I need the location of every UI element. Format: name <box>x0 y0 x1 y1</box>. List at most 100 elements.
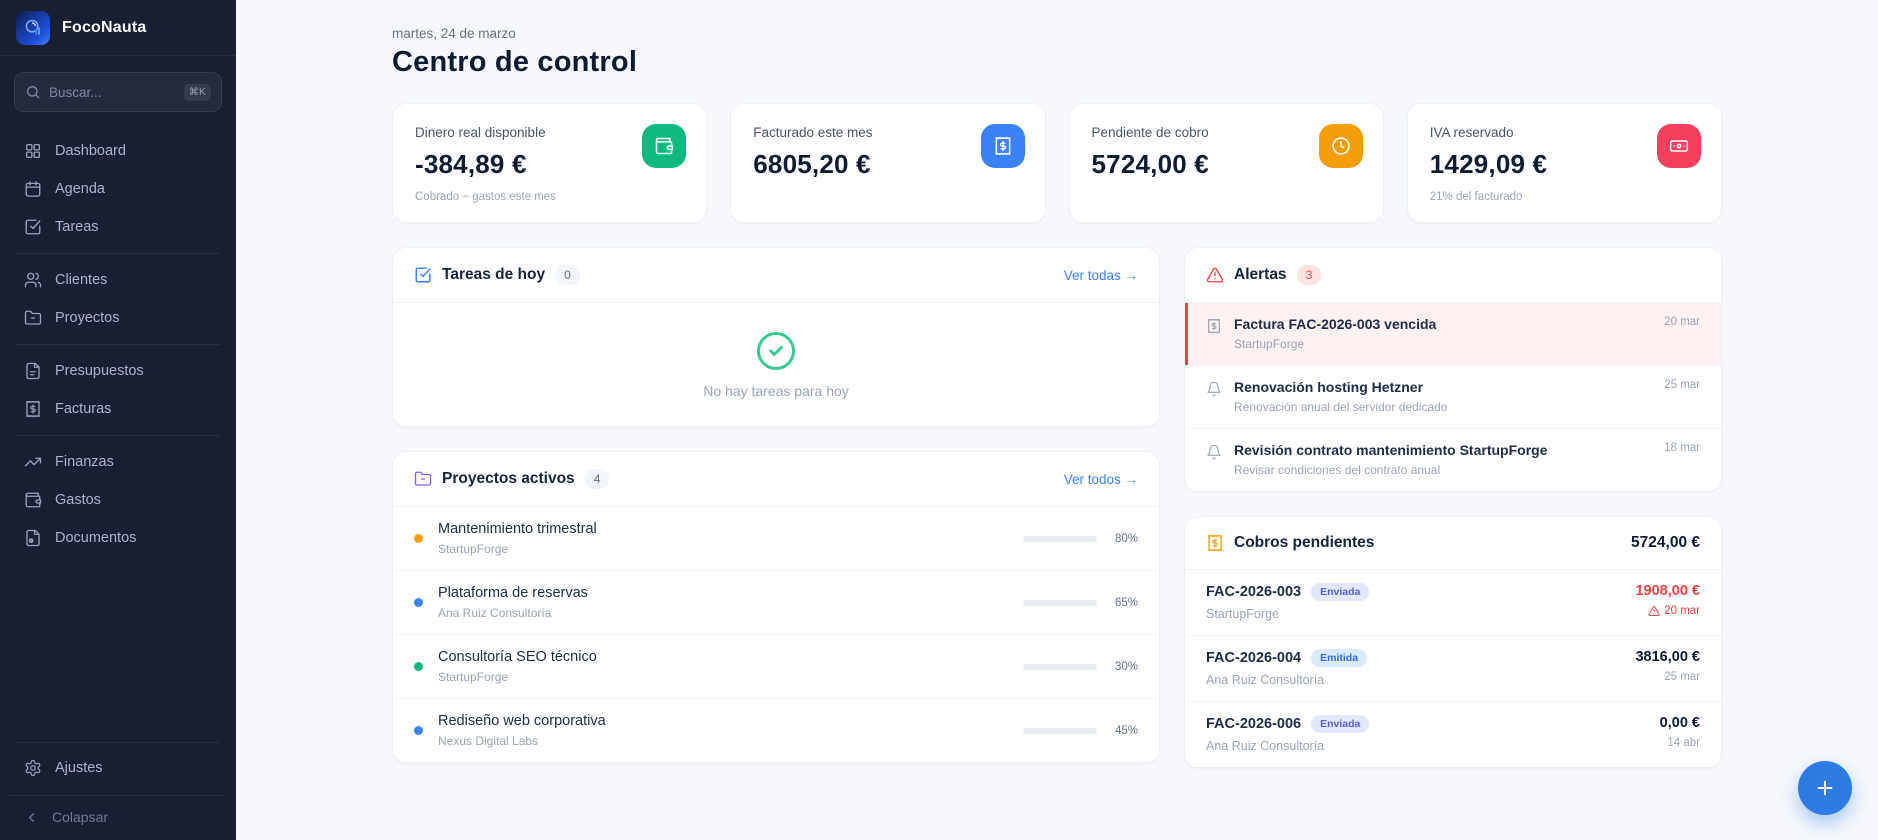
sidebar-item-3[interactable]: Clientes <box>10 261 226 299</box>
app-logo-icon <box>16 10 50 45</box>
invoice-status-badge: Enviada <box>1311 583 1370 601</box>
projects-view-all-link[interactable]: Ver todos → <box>1064 472 1138 487</box>
receipt-icon <box>1206 318 1222 351</box>
project-progress-label: 80% <box>1114 532 1138 545</box>
invoice-row-1[interactable]: FAC-2026-004 Emitida Ana Ruiz Consultorí… <box>1185 635 1721 701</box>
receivables-total: 5724,00 € <box>1631 534 1700 551</box>
invoice-amount: 0,00 € <box>1659 715 1700 731</box>
invoice-row-0[interactable]: FAC-2026-003 Enviada StartupForge 1908,0… <box>1185 570 1721 635</box>
sidebar-item-1[interactable]: Agenda <box>10 170 226 208</box>
folder-icon <box>414 470 432 488</box>
sidebar-item-2[interactable]: Tareas <box>10 208 226 246</box>
stat-subtext: 21% del facturado <box>1429 191 1523 203</box>
sidebar-item-0[interactable]: Dashboard <box>10 132 226 170</box>
sidebar-item-label: Gastos <box>55 492 101 508</box>
sidebar-item-7[interactable]: Finanzas <box>10 443 226 481</box>
invoice-client: Ana Ruiz Consultoría <box>1206 739 1325 753</box>
plus-icon <box>1814 777 1836 799</box>
alerts-list: Factura FAC-2026-003 vencida StartupForg… <box>1185 303 1721 491</box>
stat-card-0: Dinero real disponible -384,89 € Cobrado… <box>392 103 708 223</box>
invoice-due-text: 14 abr <box>1667 737 1700 749</box>
alert-row-2[interactable]: Revisión contrato mantenimiento StartupF… <box>1185 428 1721 491</box>
search-input[interactable] <box>49 84 184 100</box>
wallet-icon <box>642 124 687 168</box>
invoice-status-badge: Emitida <box>1311 649 1368 667</box>
receipt-icon <box>980 124 1025 168</box>
receipt-icon <box>24 400 42 418</box>
stats-row: Dinero real disponible -384,89 € Cobrado… <box>392 103 1722 223</box>
tasks-count-badge: 0 <box>555 265 580 285</box>
project-progress-bar <box>1023 663 1097 670</box>
stat-subtext: Cobrado − gastos este mes <box>415 191 556 203</box>
project-name: Consultoría SEO técnico <box>438 649 597 665</box>
sidebar-item-8[interactable]: Gastos <box>10 481 226 519</box>
banknote-icon <box>1657 124 1701 168</box>
sidebar-item-label: Documentos <box>55 530 137 546</box>
alert-subtext: StartupForge <box>1234 337 1305 351</box>
nav-divider <box>16 253 220 254</box>
app-logo: FocoNauta <box>0 0 236 56</box>
alerts-card: Alertas 3 Factura FAC-2026-003 vencida S… <box>1184 247 1722 492</box>
receivables-list: FAC-2026-003 Enviada StartupForge 1908,0… <box>1185 570 1721 767</box>
alert-date: 20 mar <box>1664 316 1700 328</box>
tasks-view-all-link[interactable]: Ver todas → <box>1064 268 1138 283</box>
project-row-3[interactable]: Rediseño web corporativa Nexus Digital L… <box>393 698 1159 762</box>
alerts-count-badge: 3 <box>1296 265 1322 285</box>
project-name: Plataforma de reservas <box>438 585 588 601</box>
check-square-icon <box>24 218 42 236</box>
clock-icon <box>1318 124 1363 168</box>
projects-count-badge: 4 <box>584 469 610 489</box>
tasks-empty-state: No hay tareas para hoy <box>393 303 1159 426</box>
project-status-dot <box>414 534 423 543</box>
invoice-due-text: 20 mar <box>1664 605 1700 617</box>
sidebar-item-6[interactable]: Facturas <box>10 390 226 428</box>
sidebar-item-4[interactable]: Proyectos <box>10 299 226 337</box>
stat-card-3: IVA reservado 1429,09 € 21% del facturad… <box>1406 103 1722 223</box>
sidebar-bottom: Ajustes Colapsar <box>0 736 236 840</box>
sidebar-item-5[interactable]: Presupuestos <box>10 352 226 390</box>
receivables-card-title: Cobros pendientes <box>1234 534 1375 551</box>
users-icon <box>24 271 42 289</box>
sidebar-item-9[interactable]: Documentos <box>10 519 226 557</box>
tasks-card: Tareas de hoy 0 Ver todas → No hay tarea… <box>392 247 1160 427</box>
file-text-icon <box>24 362 42 380</box>
alert-row-0[interactable]: Factura FAC-2026-003 vencida StartupForg… <box>1185 303 1721 365</box>
add-button[interactable] <box>1798 761 1852 815</box>
sidebar: FocoNauta ⌘K Dashboard Agenda <box>0 0 236 840</box>
invoice-due-date: 25 mar <box>1635 671 1700 683</box>
invoice-amount: 3816,00 € <box>1635 649 1700 665</box>
invoice-code: FAC-2026-003 <box>1206 584 1302 600</box>
folder-icon <box>24 309 42 327</box>
alert-title: Factura FAC-2026-003 vencida <box>1234 316 1437 332</box>
project-client: StartupForge <box>438 670 509 684</box>
project-status-dot <box>414 726 423 735</box>
alert-title: Revisión contrato mantenimiento StartupF… <box>1234 442 1548 458</box>
stat-card-1: Facturado este mes 6805,20 € <box>730 103 1046 223</box>
project-client: Nexus Digital Labs <box>438 734 539 748</box>
projects-list: Mantenimiento trimestral StartupForge 80… <box>393 507 1159 762</box>
sidebar-item-settings[interactable]: Ajustes <box>10 749 226 787</box>
current-date: martes, 24 de marzo <box>392 26 516 41</box>
sidebar-item-label: Clientes <box>55 272 108 288</box>
invoice-row-2[interactable]: FAC-2026-006 Enviada Ana Ruiz Consultorí… <box>1185 701 1721 767</box>
collapse-button[interactable]: Colapsar <box>10 795 226 840</box>
wallet-icon <box>24 491 42 509</box>
check-circle-icon <box>755 330 797 372</box>
project-progress-label: 65% <box>1114 596 1138 609</box>
projects-card: Proyectos activos 4 Ver todos → Mantenim… <box>392 451 1160 763</box>
project-status-dot <box>414 662 423 671</box>
tasks-empty-text: No hay tareas para hoy <box>703 383 849 399</box>
search-box[interactable]: ⌘K <box>14 72 222 112</box>
invoice-code: FAC-2026-004 <box>1206 650 1302 666</box>
nav-divider <box>16 344 220 345</box>
invoice-status-badge: Enviada <box>1311 715 1370 733</box>
sidebar-item-label: Presupuestos <box>55 363 144 379</box>
project-row-2[interactable]: Consultoría SEO técnico StartupForge 30% <box>393 634 1159 698</box>
sidebar-item-label: Agenda <box>55 181 105 197</box>
invoice-client: StartupForge <box>1206 607 1279 621</box>
alert-row-1[interactable]: Renovación hosting Hetzner Renovación an… <box>1185 365 1721 428</box>
project-progress-bar <box>1023 727 1097 734</box>
receivables-card: Cobros pendientes 5724,00 € FAC-2026-003 <box>1184 516 1722 768</box>
project-row-0[interactable]: Mantenimiento trimestral StartupForge 80… <box>393 507 1159 570</box>
project-row-1[interactable]: Plataforma de reservas Ana Ruiz Consulto… <box>393 570 1159 634</box>
